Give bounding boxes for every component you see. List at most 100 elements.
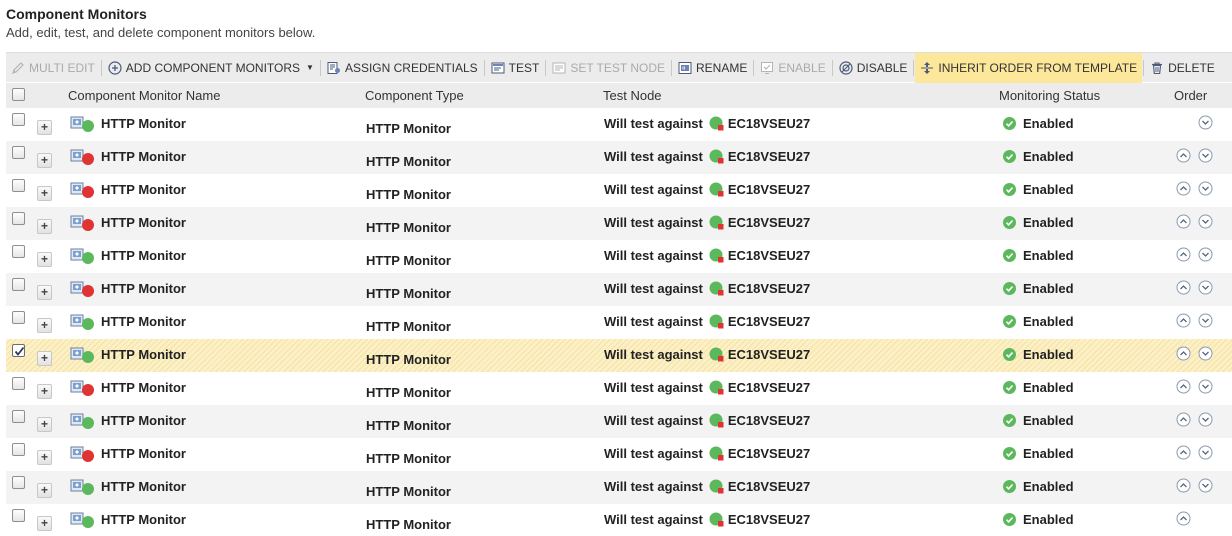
move-down-icon[interactable] <box>1198 247 1213 262</box>
component-monitor-name[interactable]: HTTP Monitor <box>101 248 186 263</box>
expand-row-button[interactable]: + <box>37 384 52 399</box>
component-monitor-name[interactable]: HTTP Monitor <box>101 413 186 428</box>
expand-row-button[interactable]: + <box>37 186 52 201</box>
table-row[interactable]: + HTTP Monitor HTTP Monitor Will test again… <box>6 207 1232 240</box>
select-all-checkbox[interactable] <box>12 88 25 101</box>
expand-row-button[interactable]: + <box>37 285 52 300</box>
rename-button[interactable]: RENAME <box>673 53 752 83</box>
table-row[interactable]: + HTTP Monitor HTTP Monitor Will test again… <box>6 405 1232 438</box>
column-header-name[interactable]: Component Monitor Name <box>68 88 220 103</box>
move-down-icon[interactable] <box>1198 412 1213 427</box>
move-up-icon[interactable] <box>1176 379 1191 394</box>
move-up-icon[interactable] <box>1176 280 1191 295</box>
component-monitor-name[interactable]: HTTP Monitor <box>101 116 186 131</box>
row-checkbox[interactable] <box>12 410 25 423</box>
expand-row-button[interactable]: + <box>37 417 52 432</box>
move-up-icon[interactable] <box>1176 478 1191 493</box>
row-checkbox[interactable] <box>12 443 25 456</box>
test-node-name[interactable]: EC18VSEU27 <box>728 116 810 131</box>
move-down-icon[interactable] <box>1198 313 1213 328</box>
row-checkbox[interactable] <box>12 212 25 225</box>
move-up-icon[interactable] <box>1176 247 1191 262</box>
move-up-icon[interactable] <box>1176 148 1191 163</box>
row-checkbox[interactable] <box>12 476 25 489</box>
row-checkbox[interactable] <box>12 344 25 357</box>
move-down-icon[interactable] <box>1198 148 1213 163</box>
inherit-order-button[interactable]: INHERIT ORDER FROM TEMPLATE <box>915 52 1143 83</box>
component-monitor-name[interactable]: HTTP Monitor <box>101 149 186 164</box>
column-header-type[interactable]: Component Type <box>365 88 464 103</box>
expand-row-button[interactable]: + <box>37 483 52 498</box>
row-checkbox[interactable] <box>12 146 25 159</box>
assign-credentials-button[interactable]: ASSIGN CREDENTIALS <box>322 53 483 83</box>
set-test-node-button[interactable]: SET TEST NODE <box>547 53 670 83</box>
row-checkbox[interactable] <box>12 113 25 126</box>
row-checkbox[interactable] <box>12 245 25 258</box>
move-down-icon[interactable] <box>1198 478 1213 493</box>
expand-row-button[interactable]: + <box>37 120 52 135</box>
expand-row-button[interactable]: + <box>37 318 52 333</box>
row-checkbox[interactable] <box>12 509 25 522</box>
table-row[interactable]: + HTTP Monitor HTTP Monitor Will test again… <box>6 471 1232 504</box>
move-down-icon[interactable] <box>1198 181 1213 196</box>
move-up-icon[interactable] <box>1176 412 1191 427</box>
move-up-icon[interactable] <box>1176 313 1191 328</box>
move-down-icon[interactable] <box>1198 115 1213 130</box>
move-down-icon[interactable] <box>1198 445 1213 460</box>
component-monitor-name[interactable]: HTTP Monitor <box>101 182 186 197</box>
expand-row-button[interactable]: + <box>37 351 52 366</box>
component-monitor-name[interactable]: HTTP Monitor <box>101 479 186 494</box>
component-monitor-name[interactable]: HTTP Monitor <box>101 215 186 230</box>
expand-row-button[interactable]: + <box>37 153 52 168</box>
delete-button[interactable]: DELETE <box>1145 53 1220 83</box>
row-checkbox[interactable] <box>12 311 25 324</box>
component-monitor-name[interactable]: HTTP Monitor <box>101 314 186 329</box>
test-node-name[interactable]: EC18VSEU27 <box>728 380 810 395</box>
test-node-name[interactable]: EC18VSEU27 <box>728 479 810 494</box>
table-row[interactable]: + HTTP Monitor HTTP Monitor Will test again… <box>6 438 1232 471</box>
row-checkbox[interactable] <box>12 179 25 192</box>
column-header-status[interactable]: Monitoring Status <box>999 88 1100 103</box>
test-button[interactable]: TEST <box>486 53 545 83</box>
disable-button[interactable]: DISABLE <box>834 53 913 83</box>
row-checkbox[interactable] <box>12 278 25 291</box>
table-row[interactable]: + HTTP Monitor HTTP Monitor Will test again… <box>6 273 1232 306</box>
table-row[interactable]: + HTTP Monitor HTTP Monitor Will test again… <box>6 504 1232 536</box>
move-down-icon[interactable] <box>1198 280 1213 295</box>
move-up-icon[interactable] <box>1176 214 1191 229</box>
table-row[interactable]: + HTTP Monitor HTTP Monitor Will test again… <box>6 306 1232 339</box>
move-up-icon[interactable] <box>1176 445 1191 460</box>
test-node-name[interactable]: EC18VSEU27 <box>728 281 810 296</box>
test-node-name[interactable]: EC18VSEU27 <box>728 446 810 461</box>
add-component-monitors-button[interactable]: ADD COMPONENT MONITORS ▼ <box>103 53 319 83</box>
move-up-icon[interactable] <box>1176 346 1191 361</box>
test-node-name[interactable]: EC18VSEU27 <box>728 182 810 197</box>
expand-row-button[interactable]: + <box>37 516 52 531</box>
test-node-name[interactable]: EC18VSEU27 <box>728 413 810 428</box>
table-row[interactable]: + HTTP Monitor HTTP Monitor Will test again… <box>6 339 1232 372</box>
move-down-icon[interactable] <box>1198 214 1213 229</box>
move-down-icon[interactable] <box>1198 379 1213 394</box>
component-monitor-name[interactable]: HTTP Monitor <box>101 446 186 461</box>
multi-edit-button[interactable]: MULTI EDIT <box>6 53 100 83</box>
move-up-icon[interactable] <box>1176 511 1191 526</box>
expand-row-button[interactable]: + <box>37 219 52 234</box>
row-checkbox[interactable] <box>12 377 25 390</box>
table-row[interactable]: + HTTP Monitor HTTP Monitor Will test again… <box>6 372 1232 405</box>
move-down-icon[interactable] <box>1198 346 1213 361</box>
test-node-name[interactable]: EC18VSEU27 <box>728 347 810 362</box>
component-monitor-name[interactable]: HTTP Monitor <box>101 380 186 395</box>
component-monitor-name[interactable]: HTTP Monitor <box>101 281 186 296</box>
table-row[interactable]: + HTTP Monitor HTTP Monitor Will test again… <box>6 141 1232 174</box>
table-row[interactable]: + HTTP Monitor HTTP Monitor Will test again… <box>6 174 1232 207</box>
table-row[interactable]: + HTTP Monitor HTTP Monitor Will test again… <box>6 240 1232 273</box>
expand-row-button[interactable]: + <box>37 450 52 465</box>
expand-row-button[interactable]: + <box>37 252 52 267</box>
enable-button[interactable]: ENABLE <box>755 53 830 83</box>
component-monitor-name[interactable]: HTTP Monitor <box>101 512 186 527</box>
test-node-name[interactable]: EC18VSEU27 <box>728 149 810 164</box>
table-row[interactable]: + HTTP Monitor HTTP Monitor Will test again… <box>6 108 1232 141</box>
test-node-name[interactable]: EC18VSEU27 <box>728 314 810 329</box>
test-node-name[interactable]: EC18VSEU27 <box>728 512 810 527</box>
component-monitor-name[interactable]: HTTP Monitor <box>101 347 186 362</box>
